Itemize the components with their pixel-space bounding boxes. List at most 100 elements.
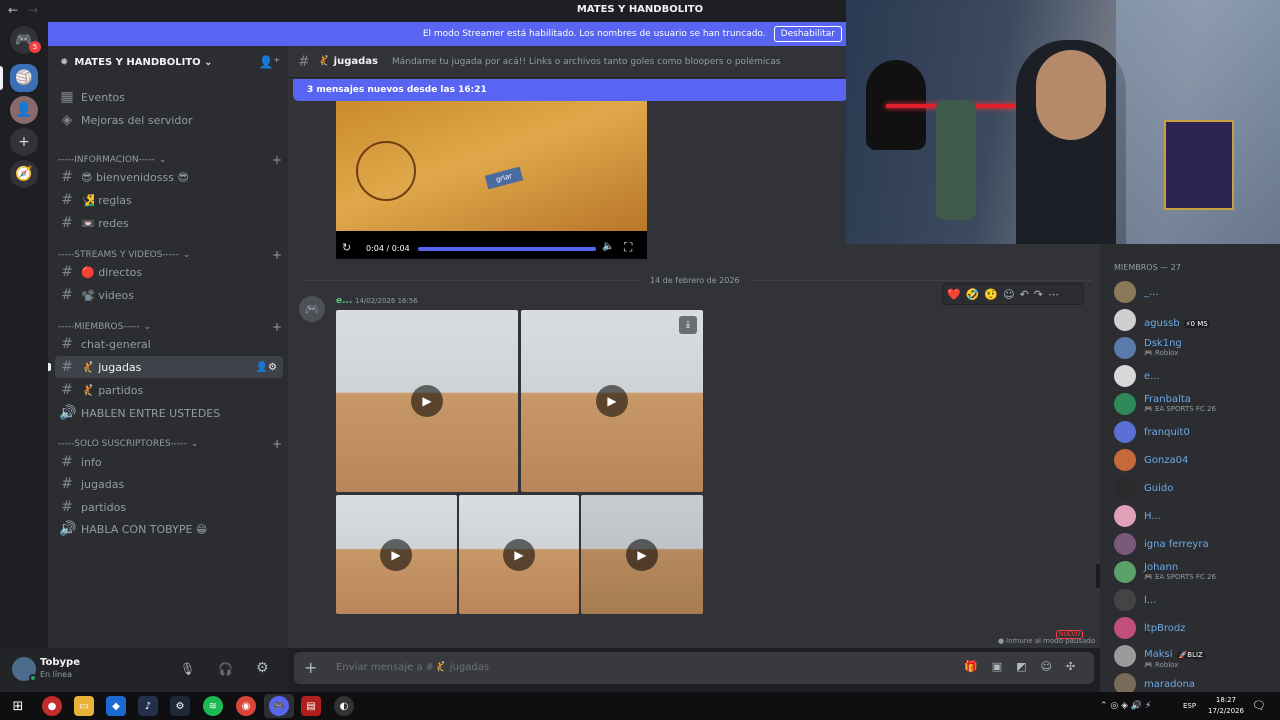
- add-channel-icon[interactable]: +: [272, 248, 282, 262]
- language-indicator[interactable]: ESP: [1183, 702, 1196, 710]
- message-input[interactable]: Enviar mensaje a #🤾 jugadas: [336, 662, 489, 673]
- server-icon-mates[interactable]: 🏐: [10, 64, 38, 92]
- member-activity: 🎮 Roblox: [1144, 661, 1179, 669]
- windows-start-icon[interactable]: ⊞: [8, 696, 28, 716]
- headphones-icon[interactable]: 🎧: [218, 662, 233, 676]
- microphone-icon[interactable]: 🎙: [180, 662, 195, 676]
- play-icon[interactable]: ▶: [596, 385, 628, 417]
- channel-partidos[interactable]: # 🤾 partidos: [55, 379, 283, 401]
- disable-streamer-button[interactable]: Deshabilitar: [773, 26, 842, 42]
- gift-icon[interactable]: 🎁: [964, 660, 978, 673]
- gif-icon[interactable]: ▣: [992, 660, 1002, 673]
- steam-icon[interactable]: ⚙: [170, 696, 190, 716]
- member-item[interactable]: _...: [1114, 278, 1280, 306]
- channel-bienvenidosss[interactable]: # 😎 bienvenidosss 😎: [55, 166, 283, 188]
- volume-icon[interactable]: 🔈: [602, 241, 614, 252]
- category-streams[interactable]: -----STREAMS Y VIDEOS----- ⌄ +: [58, 248, 282, 262]
- channel-jugadas-subs[interactable]: # jugadas: [55, 473, 283, 495]
- download-icon[interactable]: ⤓: [679, 316, 697, 334]
- message-author[interactable]: e...: [336, 296, 352, 306]
- member-item[interactable]: Maksi 🚀BLIZ 🎮 Roblox: [1114, 642, 1280, 670]
- channel-settings-icons[interactable]: 👤⚙: [256, 362, 277, 373]
- add-channel-icon[interactable]: +: [272, 153, 282, 167]
- emoji-icon[interactable]: ☺: [1041, 660, 1052, 673]
- author-avatar[interactable]: 🎮: [299, 296, 325, 322]
- spotify-icon[interactable]: ≋: [203, 696, 223, 716]
- new-messages-bar[interactable]: 3 mensajes nuevos desde las 16:21: [293, 79, 848, 101]
- play-icon[interactable]: ▶: [626, 539, 658, 571]
- channel-topic[interactable]: Mándame tu jugada por acá!! Links o arch…: [392, 57, 781, 67]
- category-suscriptores[interactable]: -----SOLO SUSCRIPTORES----- ⌄ +: [58, 437, 282, 451]
- sidebar-item-mejoras[interactable]: ◈ Mejoras del servidor: [55, 109, 283, 131]
- channel-reglas[interactable]: # 🧏‍♂️ reglas: [55, 189, 283, 211]
- notification-icon[interactable]: 🗨: [1252, 699, 1266, 712]
- member-item[interactable]: e...: [1114, 362, 1280, 390]
- member-item[interactable]: Franbalta 🎮 EA SPORTS FC 26: [1114, 390, 1280, 418]
- channel-videos[interactable]: # 📽️ videos: [55, 284, 283, 306]
- chrome-icon[interactable]: ◉: [236, 696, 256, 716]
- apps-icon[interactable]: ✣: [1066, 660, 1075, 673]
- raised-eyebrow-reaction[interactable]: 🤨: [984, 288, 998, 301]
- invite-people-icon[interactable]: 👤⁺: [259, 55, 280, 69]
- category-miembros[interactable]: -----MIEMBROS----- ⌄ +: [58, 320, 282, 334]
- channel-directos[interactable]: # 🔴 directos: [55, 261, 283, 283]
- member-item[interactable]: agussb ⚡0 MS: [1114, 306, 1280, 334]
- obs-icon[interactable]: ◐: [334, 696, 354, 716]
- reply-icon[interactable]: ↶: [1020, 288, 1029, 301]
- replay-icon[interactable]: ↻: [342, 241, 351, 254]
- channel-habla-con-tobype[interactable]: 🔊 HABLA CON TOBYPE 😁: [55, 518, 283, 540]
- video-progress-track[interactable]: [418, 247, 596, 251]
- laugh-reaction[interactable]: 🤣: [966, 288, 980, 301]
- forward-icon[interactable]: ↷: [1034, 288, 1043, 301]
- clock-time[interactable]: 18:27: [1208, 696, 1244, 704]
- heart-reaction[interactable]: ❤️: [947, 288, 961, 301]
- server-header[interactable]: ✹ MATES Y HANDBOLITO ⌄ 👤⁺: [48, 46, 288, 78]
- attach-plus-icon[interactable]: +: [304, 658, 317, 677]
- app-icon-red[interactable]: ●: [42, 696, 62, 716]
- play-icon[interactable]: ▶: [380, 539, 412, 571]
- channel-info[interactable]: # info: [55, 451, 283, 473]
- server-icon-2[interactable]: 👤: [10, 96, 38, 124]
- add-server-icon[interactable]: +: [10, 128, 38, 156]
- add-reaction-icon[interactable]: ☺: [1003, 288, 1014, 301]
- explore-icon[interactable]: 🧭: [10, 160, 38, 188]
- file-explorer-icon[interactable]: ▭: [74, 696, 94, 716]
- more-icon[interactable]: ⋯: [1048, 288, 1059, 301]
- discord-icon[interactable]: 🎮: [269, 696, 289, 716]
- member-item[interactable]: franquit0: [1114, 418, 1280, 446]
- sidebar-item-eventos[interactable]: ▦ Eventos: [55, 86, 283, 108]
- channel-hablen[interactable]: 🔊 HABLEN ENTRE USTEDES: [55, 402, 283, 424]
- gear-icon[interactable]: ⚙: [256, 660, 269, 676]
- audio-app-icon[interactable]: ♪: [138, 696, 158, 716]
- sticker-icon[interactable]: ◩: [1016, 660, 1026, 673]
- video-player[interactable]: griar ↻ 0:04 / 0:04 🔈 ⛶: [336, 101, 647, 259]
- member-item[interactable]: Gonza04: [1114, 446, 1280, 474]
- add-channel-icon[interactable]: +: [272, 437, 282, 451]
- category-informacion[interactable]: -----INFORMACION----- ⌄ +: [58, 153, 282, 167]
- video-thumbnail-2[interactable]: ▶ ⤓: [521, 310, 703, 492]
- channel-partidos-subs[interactable]: # partidos: [55, 496, 283, 518]
- app-icon-blue[interactable]: ◆: [106, 696, 126, 716]
- play-icon[interactable]: ▶: [503, 539, 535, 571]
- video-thumbnail-1[interactable]: ▶: [336, 310, 518, 492]
- member-item[interactable]: ltpBrodz: [1114, 614, 1280, 642]
- tray-icons[interactable]: ⌃ ◎ ◈ 🔊 ⚡: [1100, 701, 1151, 711]
- channel-chat-general[interactable]: # chat-general: [55, 333, 283, 355]
- video-thumbnail-5[interactable]: ▶: [581, 495, 703, 614]
- channel-jugadas-active[interactable]: # 🤾 jugadas 👤⚙: [55, 356, 283, 378]
- video-thumbnail-4[interactable]: ▶: [459, 495, 579, 614]
- member-item[interactable]: Dsk1ng 🎮 Roblox: [1114, 334, 1280, 362]
- play-icon[interactable]: ▶: [411, 385, 443, 417]
- clock-date[interactable]: 17/2/2026: [1203, 707, 1249, 715]
- member-item[interactable]: l...: [1114, 586, 1280, 614]
- member-item[interactable]: Guido: [1114, 474, 1280, 502]
- streaming-app-icon[interactable]: ▤: [301, 696, 321, 716]
- message-composer[interactable]: + Enviar mensaje a #🤾 jugadas 🎁 ▣ ◩ ☺ ✣: [294, 652, 1094, 684]
- member-item[interactable]: Johann 🎮 EA SPORTS FC 26: [1114, 558, 1280, 586]
- member-item[interactable]: H...: [1114, 502, 1280, 530]
- video-thumbnail-3[interactable]: ▶: [336, 495, 457, 614]
- member-item[interactable]: igna ferreyra: [1114, 530, 1280, 558]
- fullscreen-icon[interactable]: ⛶: [624, 240, 632, 255]
- add-channel-icon[interactable]: +: [272, 320, 282, 334]
- channel-redes[interactable]: # 📼 redes: [55, 212, 283, 234]
